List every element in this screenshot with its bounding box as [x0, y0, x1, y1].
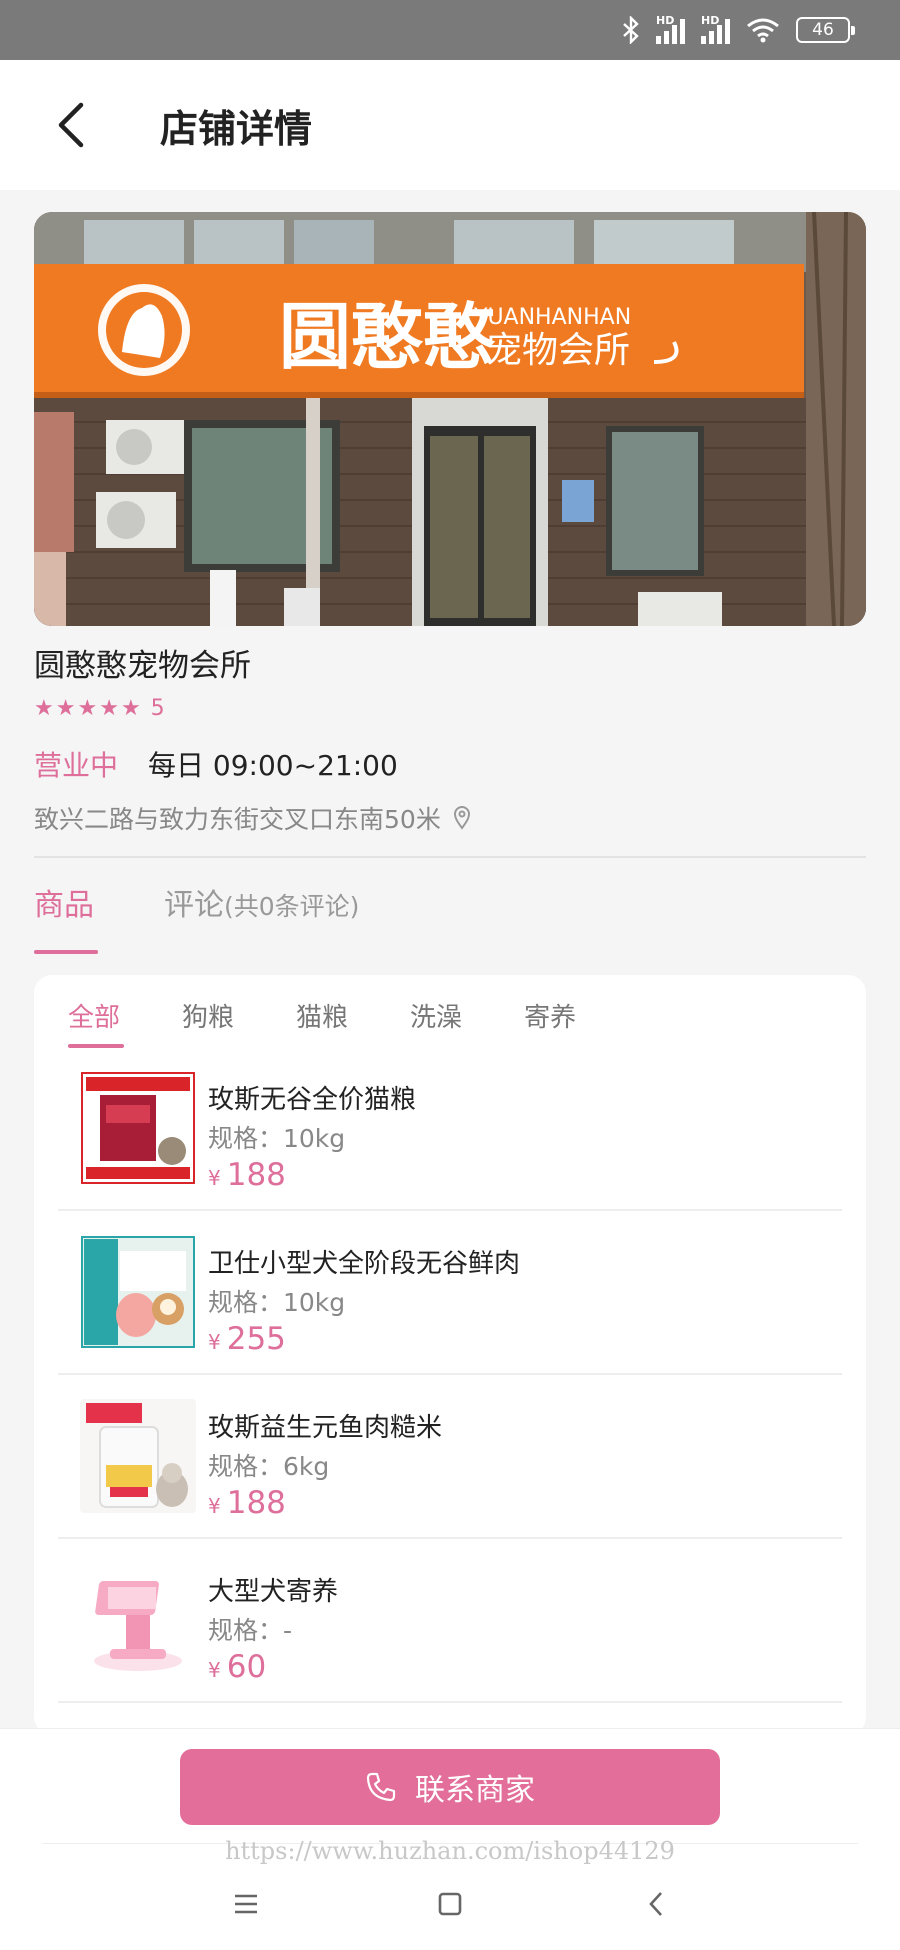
price-value: 255	[226, 1321, 286, 1357]
main-tabs: 商品 评论(共0条评论)	[34, 880, 359, 954]
hours-row: 营业中 每日 09:00~21:00	[34, 744, 398, 784]
tab-reviews[interactable]: 评论(共0条评论)	[164, 880, 359, 954]
store-name: 圆憨憨宠物会所	[34, 648, 251, 684]
product-name: 玫斯益生元鱼肉糙米	[208, 1413, 443, 1443]
business-hours: 每日 09:00~21:00	[148, 749, 398, 782]
rating: ★ ★ ★ ★ ★ 5	[34, 696, 165, 721]
phone-icon	[365, 1771, 397, 1803]
product-price: ¥ 188	[208, 1485, 286, 1521]
price-value: 60	[226, 1649, 267, 1685]
product-item[interactable]: 玫斯无谷全价猫粮 规格：10kg ¥ 188	[58, 1047, 842, 1211]
product-thumbnail	[80, 1399, 196, 1513]
tab-reviews-label: 评论	[164, 888, 224, 923]
product-name: 玫斯无谷全价猫粮	[208, 1085, 417, 1115]
product-item[interactable]: 玫斯益生元鱼肉糙米 规格：6kg ¥ 188	[58, 1375, 842, 1539]
product-list-card: 全部 狗粮 猫粮 洗澡 寄养 玫斯无谷全价猫粮 规格：10kg ¥ 188 卫仕…	[34, 975, 866, 1735]
svg-text:YUANHANHAN: YUANHANHAN	[473, 305, 631, 330]
store-address[interactable]: 致兴二路与致力东街交叉口东南50米	[34, 800, 471, 836]
reviews-count: (共0条评论)	[224, 892, 360, 921]
price-value: 188	[226, 1157, 286, 1193]
product-name: 卫仕小型犬全阶段无谷鲜肉	[208, 1249, 521, 1279]
wifi-icon	[746, 17, 780, 43]
price-value: 188	[226, 1485, 286, 1521]
star-icon: ★	[120, 695, 141, 721]
product-thumbnail	[80, 1071, 196, 1185]
product-spec: 规格：6kg	[208, 1452, 330, 1481]
contact-merchant-button[interactable]: 联系商家	[180, 1749, 720, 1825]
chevron-left-icon	[58, 102, 84, 148]
bottom-bar: 联系商家 https://www.huzhan.com/ishop44129	[0, 1728, 900, 1950]
battery-icon: 46	[796, 17, 855, 43]
home-square-icon	[438, 1892, 462, 1916]
divider	[34, 856, 866, 858]
contact-merchant-label: 联系商家	[415, 1773, 535, 1808]
star-icon: ★	[77, 695, 98, 721]
currency-symbol: ¥	[208, 1658, 221, 1682]
product-thumbnail	[80, 1235, 196, 1349]
currency-symbol: ¥	[208, 1494, 221, 1518]
currency-symbol: ¥	[208, 1166, 221, 1190]
product-thumbnail	[80, 1563, 196, 1677]
open-status: 营业中	[34, 749, 119, 782]
back-triangle-icon	[649, 1892, 662, 1916]
star-icon: ★	[34, 695, 54, 721]
rating-value: 5	[150, 696, 165, 721]
status-bar: HD HD 46	[0, 0, 900, 60]
product-price: ¥ 255	[208, 1321, 286, 1357]
category-tabs: 全部 狗粮 猫粮 洗澡 寄养	[68, 997, 638, 1048]
svg-text:圆憨憨: 圆憨憨	[279, 295, 496, 379]
currency-symbol: ¥	[208, 1330, 221, 1354]
signal-icon: HD	[701, 14, 730, 44]
category-tab-all[interactable]: 全部	[68, 997, 125, 1048]
location-pin-icon[interactable]	[453, 806, 471, 830]
menu-icon	[235, 1894, 257, 1914]
address-text: 致兴二路与致力东街交叉口东南50米	[34, 805, 441, 834]
category-tab-dog-food[interactable]: 狗粮	[182, 997, 234, 1048]
header: 店铺详情	[0, 60, 900, 190]
category-tab-boarding[interactable]: 寄养	[524, 997, 576, 1048]
watermark: https://www.huzhan.com/ishop44129	[225, 1837, 675, 1865]
category-tab-bath[interactable]: 洗澡	[410, 997, 462, 1048]
product-spec: 规格：-	[208, 1616, 293, 1645]
product-name: 大型犬寄养	[208, 1577, 339, 1607]
bluetooth-icon	[622, 16, 640, 44]
tab-goods[interactable]: 商品	[34, 880, 98, 954]
product-spec: 规格：10kg	[208, 1288, 346, 1317]
menu-button[interactable]	[216, 1879, 276, 1929]
product-price: ¥ 188	[208, 1157, 286, 1193]
home-button[interactable]	[420, 1879, 480, 1929]
star-icon: ★	[99, 695, 119, 721]
store-photo: 圆憨憨 YUANHANHAN 宠物会所	[34, 212, 866, 626]
svg-text:宠物会所: 宠物会所	[486, 330, 630, 371]
page-title: 店铺详情	[160, 106, 313, 151]
signal-icon: HD	[656, 14, 685, 44]
product-price: ¥ 60	[208, 1649, 266, 1685]
back-button[interactable]	[30, 85, 110, 165]
system-nav-bar	[0, 1879, 900, 1929]
product-item[interactable]: 大型犬寄养 规格：- ¥ 60	[58, 1539, 842, 1703]
category-tab-cat-food[interactable]: 猫粮	[296, 997, 348, 1048]
product-item[interactable]: 卫仕小型犬全阶段无谷鲜肉 规格：10kg ¥ 255	[58, 1211, 842, 1375]
product-spec: 规格：10kg	[208, 1124, 346, 1153]
back-nav-button[interactable]	[626, 1879, 686, 1929]
star-icon: ★	[55, 695, 76, 721]
